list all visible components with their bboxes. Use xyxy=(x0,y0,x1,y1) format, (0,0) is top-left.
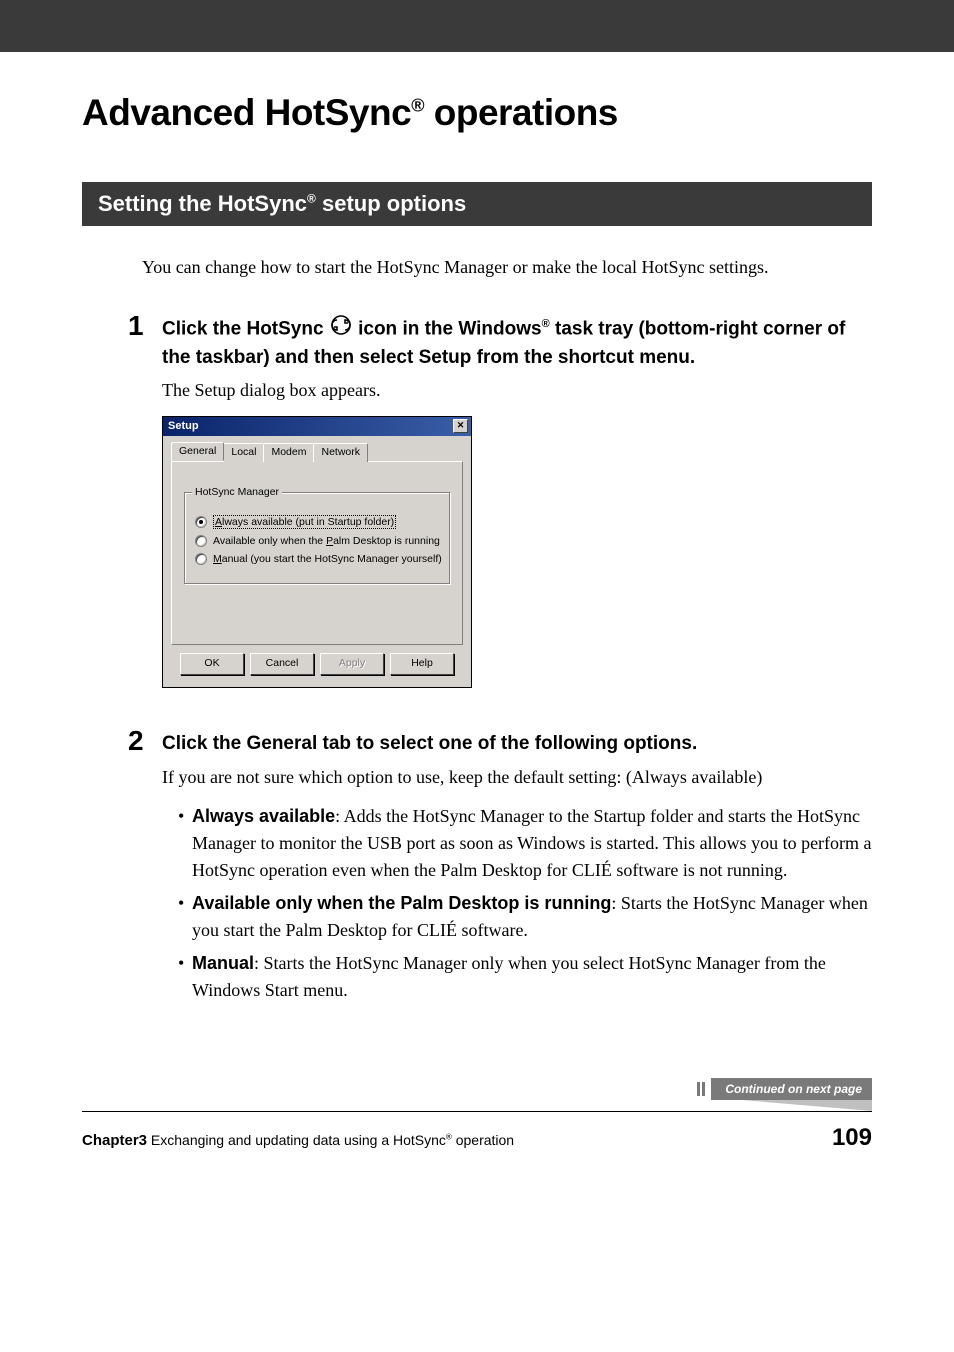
radio-manual[interactable]: Manual (you start the HotSync Manager yo… xyxy=(195,553,439,565)
bullet-body: Available only when the Palm Desktop is … xyxy=(192,890,872,944)
bullet-body: Manual: Starts the HotSync Manager only … xyxy=(192,950,872,1004)
continued-bars-icon xyxy=(697,1080,707,1098)
dialog-tabs: General Local Modem Network xyxy=(171,442,463,461)
step-body: Click the HotSync icon in the Windows® t… xyxy=(162,311,872,702)
registered-mark: ® xyxy=(307,192,316,206)
step-number: 2 xyxy=(128,726,162,1010)
radio-icon xyxy=(195,516,207,528)
tab-panel: HotSync Manager Always available (put in… xyxy=(171,461,463,645)
registered-mark: ® xyxy=(542,318,550,330)
continued-indicator: Continued on next page xyxy=(697,1078,872,1111)
step-instruction: Click the HotSync icon in the Windows® t… xyxy=(162,315,872,371)
setup-dialog: Setup ✕ General Local Modem Network HotS… xyxy=(162,416,472,688)
bullet-list: • Always available: Adds the HotSync Man… xyxy=(178,803,872,1004)
bullet-icon: • xyxy=(178,890,192,944)
section-suffix: setup options xyxy=(316,191,466,216)
apply-button: Apply xyxy=(320,653,384,675)
step-result: The Setup dialog box appears. xyxy=(162,377,872,404)
radio-icon xyxy=(195,553,207,565)
radio-palm-desktop-running[interactable]: Available only when the Palm Desktop is … xyxy=(195,535,439,547)
title-suffix: operations xyxy=(424,92,618,133)
list-item: • Manual: Starts the HotSync Manager onl… xyxy=(178,950,872,1004)
close-icon[interactable]: ✕ xyxy=(453,419,468,433)
step-1: 1 Click the HotSync icon in the Windows®… xyxy=(128,311,872,702)
radio-label: Always available (put in Startup folder) xyxy=(213,515,396,529)
tab-local[interactable]: Local xyxy=(223,443,264,462)
continued-label: Continued on next page xyxy=(711,1078,872,1100)
step-2: 2 Click the General tab to select one of… xyxy=(128,726,872,1010)
step-number: 1 xyxy=(128,311,162,702)
tab-general[interactable]: General xyxy=(171,442,224,461)
bullet-icon: • xyxy=(178,950,192,1004)
radio-label: Manual (you start the HotSync Manager yo… xyxy=(213,553,442,565)
page-title: Advanced HotSync® operations xyxy=(82,92,872,134)
ok-button[interactable]: OK xyxy=(180,653,244,675)
page-content: Advanced HotSync® operations Setting the… xyxy=(0,52,954,1192)
intro-paragraph: You can change how to start the HotSync … xyxy=(142,254,872,281)
group-title: HotSync Manager xyxy=(192,486,282,498)
dialog-title: Setup xyxy=(168,420,199,432)
tab-modem[interactable]: Modem xyxy=(263,443,314,462)
step-instruction: Click the General tab to select one of t… xyxy=(162,730,872,758)
radio-icon xyxy=(195,535,207,547)
section-prefix: Setting the HotSync xyxy=(98,191,307,216)
radio-always-available[interactable]: Always available (put in Startup folder) xyxy=(195,515,439,529)
footer-chapter: Chapter3 Exchanging and updating data us… xyxy=(82,1132,514,1149)
title-prefix: Advanced HotSync xyxy=(82,92,411,133)
hotsync-icon xyxy=(331,315,351,344)
bullet-body: Always available: Adds the HotSync Manag… xyxy=(192,803,872,884)
list-item: • Always available: Adds the HotSync Man… xyxy=(178,803,872,884)
bullet-icon: • xyxy=(178,803,192,884)
cancel-button[interactable]: Cancel xyxy=(250,653,314,675)
section-heading: Setting the HotSync® setup options xyxy=(82,182,872,226)
dialog-button-row: OK Cancel Apply Help xyxy=(171,645,463,677)
inst-text: icon in the Windows xyxy=(358,318,542,339)
continued-arrow-icon xyxy=(742,1100,872,1111)
step-result: If you are not sure which option to use,… xyxy=(162,764,872,791)
step-body: Click the General tab to select one of t… xyxy=(162,726,872,1010)
inst-text: Click the HotSync xyxy=(162,318,329,339)
help-button[interactable]: Help xyxy=(390,653,454,675)
tab-network[interactable]: Network xyxy=(313,443,368,462)
hotsync-manager-group: HotSync Manager Always available (put in… xyxy=(184,492,450,584)
page-number: 109 xyxy=(832,1124,872,1152)
top-bar xyxy=(0,0,954,52)
dialog-body: General Local Modem Network HotSync Mana… xyxy=(163,436,471,687)
page-footer: Chapter3 Exchanging and updating data us… xyxy=(82,1111,872,1152)
dialog-titlebar: Setup ✕ xyxy=(163,417,471,436)
list-item: • Available only when the Palm Desktop i… xyxy=(178,890,872,944)
registered-mark: ® xyxy=(411,96,424,116)
radio-label: Available only when the Palm Desktop is … xyxy=(213,535,440,547)
